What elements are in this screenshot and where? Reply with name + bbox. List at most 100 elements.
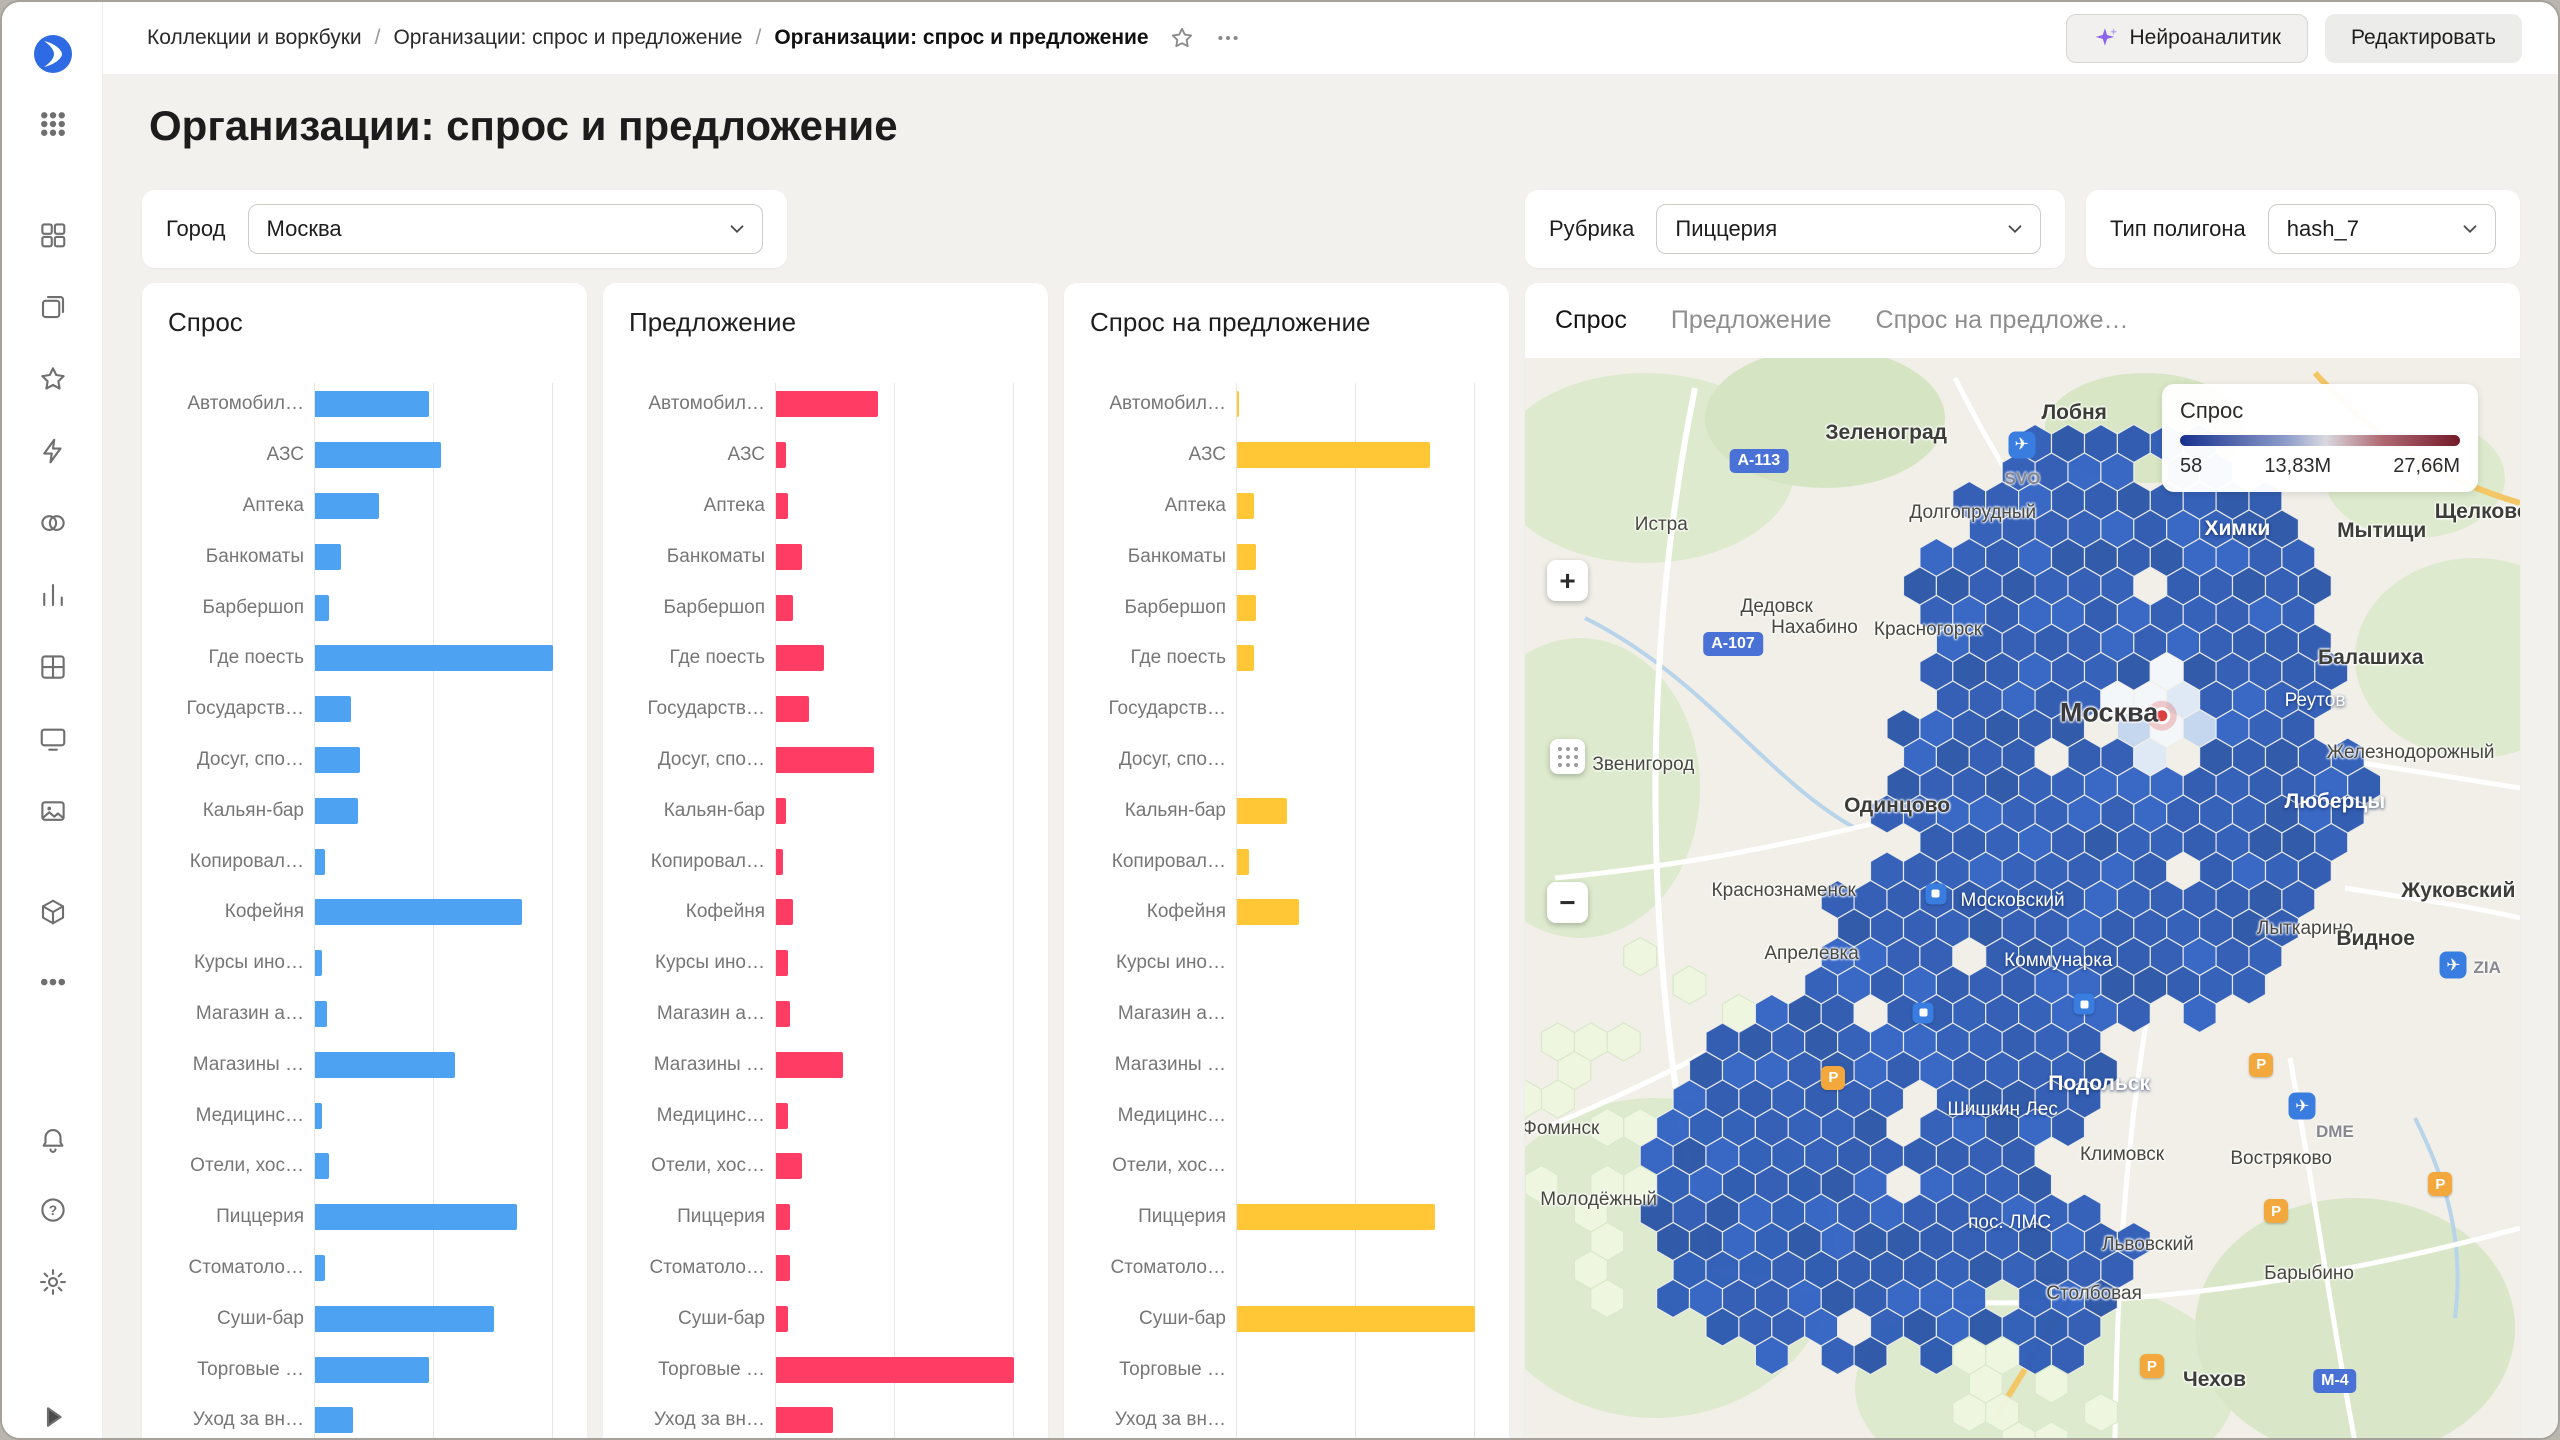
more-icon[interactable] xyxy=(2,967,103,997)
bar[interactable] xyxy=(776,391,879,418)
bar[interactable] xyxy=(315,1407,354,1434)
main-menu-icon[interactable] xyxy=(2,109,103,139)
bar[interactable] xyxy=(315,1051,456,1078)
bar[interactable] xyxy=(315,1356,430,1383)
charts-icon[interactable] xyxy=(2,580,103,610)
map-tab-demand[interactable]: Спрос xyxy=(1555,306,1627,335)
bar[interactable] xyxy=(776,746,874,773)
category-label: Отели, хос… xyxy=(651,1155,765,1177)
editor-icon[interactable] xyxy=(2,724,103,754)
map-tab-demand-to-supply[interactable]: Спрос на предложе… xyxy=(1876,306,2129,335)
bar[interactable] xyxy=(776,1051,843,1078)
gallery-icon[interactable] xyxy=(2,796,103,826)
bar[interactable] xyxy=(1237,1204,1435,1231)
settings-icon[interactable] xyxy=(2,1267,103,1297)
map-ruler-button[interactable] xyxy=(1550,739,1585,774)
neuro-analyst-button[interactable]: Нейроаналитик xyxy=(2065,13,2308,63)
poi-marker-blue[interactable] xyxy=(2073,993,2095,1015)
bar[interactable] xyxy=(315,746,361,773)
bar[interactable] xyxy=(776,1356,1014,1383)
bar-zone xyxy=(314,746,563,773)
favorite-star-icon[interactable] xyxy=(1169,25,1195,51)
datasets-icon[interactable] xyxy=(2,508,103,538)
bar[interactable] xyxy=(776,594,793,621)
bar[interactable] xyxy=(315,899,523,926)
connections-icon[interactable] xyxy=(2,436,103,466)
bar[interactable] xyxy=(1237,645,1254,672)
bar[interactable] xyxy=(315,645,553,672)
bar[interactable] xyxy=(776,1000,791,1027)
map-tab-supply[interactable]: Предложение xyxy=(1671,306,1832,335)
bar[interactable] xyxy=(315,442,442,469)
bar[interactable] xyxy=(776,696,810,723)
poi-marker-orange[interactable]: P xyxy=(2428,1172,2453,1196)
rubric-select[interactable]: Пиццерия xyxy=(1656,204,2041,254)
bar[interactable] xyxy=(315,543,342,570)
bar[interactable] xyxy=(1237,492,1254,519)
bar[interactable] xyxy=(776,1204,791,1231)
help-icon[interactable]: ? xyxy=(2,1195,103,1225)
category-label: Кальян-бар xyxy=(1124,799,1226,821)
services-icon[interactable] xyxy=(2,897,103,927)
workbooks-icon[interactable] xyxy=(2,292,103,322)
map-area[interactable]: Спрос 58 13,83M 27,66M + − Лобня Зеленогр… xyxy=(1525,358,2520,1438)
poi-marker-orange[interactable]: P xyxy=(1821,1065,1846,1090)
bar[interactable] xyxy=(1237,391,1240,418)
poi-marker-orange[interactable]: P xyxy=(2139,1354,2164,1379)
bar[interactable] xyxy=(315,797,358,824)
bar[interactable] xyxy=(1237,543,1256,570)
bar-row: Магазины … xyxy=(1088,1039,1485,1090)
bar[interactable] xyxy=(315,492,380,519)
bar[interactable] xyxy=(315,1153,330,1180)
zoom-in-button[interactable]: + xyxy=(1547,560,1588,601)
bar[interactable] xyxy=(776,645,824,672)
edit-button[interactable]: Редактировать xyxy=(2324,13,2522,63)
bar[interactable] xyxy=(776,1305,788,1332)
map-city-label: Чехов xyxy=(2182,1368,2247,1392)
bar[interactable] xyxy=(776,442,786,469)
zoom-out-button[interactable]: − xyxy=(1547,882,1588,923)
bar[interactable] xyxy=(776,492,788,519)
bar[interactable] xyxy=(315,1000,327,1027)
bar[interactable] xyxy=(776,1407,834,1434)
poi-marker-orange[interactable]: P xyxy=(2264,1199,2289,1224)
bar[interactable] xyxy=(1237,1305,1475,1332)
bar[interactable] xyxy=(315,696,351,723)
datalens-logo-icon[interactable] xyxy=(2,32,103,76)
bar[interactable] xyxy=(315,848,325,875)
bar[interactable] xyxy=(1237,442,1430,469)
notifications-icon[interactable] xyxy=(2,1125,103,1155)
breadcrumb-collections[interactable]: Коллекции и воркбуки xyxy=(147,26,362,50)
category-label: АЗС xyxy=(266,444,304,466)
collections-icon[interactable] xyxy=(2,220,103,250)
sidebar-expand-icon[interactable] xyxy=(2,1402,103,1432)
bar[interactable] xyxy=(315,391,430,418)
poi-marker-blue[interactable] xyxy=(1925,883,1947,904)
polygon-type-select[interactable]: hash_7 xyxy=(2267,204,2496,254)
bar[interactable] xyxy=(1237,899,1299,926)
bar[interactable] xyxy=(315,594,330,621)
bar[interactable] xyxy=(1237,594,1256,621)
city-select[interactable]: Москва xyxy=(247,204,763,254)
bar[interactable] xyxy=(1237,797,1287,824)
breadcrumb-workbook[interactable]: Организации: спрос и предложение xyxy=(393,26,742,50)
bar[interactable] xyxy=(776,1153,803,1180)
bar[interactable] xyxy=(776,797,786,824)
bar[interactable] xyxy=(315,1254,325,1281)
bar[interactable] xyxy=(776,899,793,926)
dashboards-icon[interactable] xyxy=(2,652,103,682)
favorites-icon[interactable] xyxy=(2,364,103,394)
bar[interactable] xyxy=(315,950,323,977)
bar[interactable] xyxy=(776,1102,788,1129)
poi-marker-blue[interactable] xyxy=(1912,1002,1934,1024)
bar[interactable] xyxy=(776,848,784,875)
poi-marker-orange[interactable]: P xyxy=(2249,1052,2274,1077)
more-actions-icon[interactable] xyxy=(1215,25,1241,51)
bar[interactable] xyxy=(1237,848,1249,875)
bar[interactable] xyxy=(776,950,788,977)
bar[interactable] xyxy=(315,1102,323,1129)
bar[interactable] xyxy=(776,1254,791,1281)
bar[interactable] xyxy=(776,543,803,570)
bar[interactable] xyxy=(315,1305,494,1332)
bar[interactable] xyxy=(315,1204,518,1231)
